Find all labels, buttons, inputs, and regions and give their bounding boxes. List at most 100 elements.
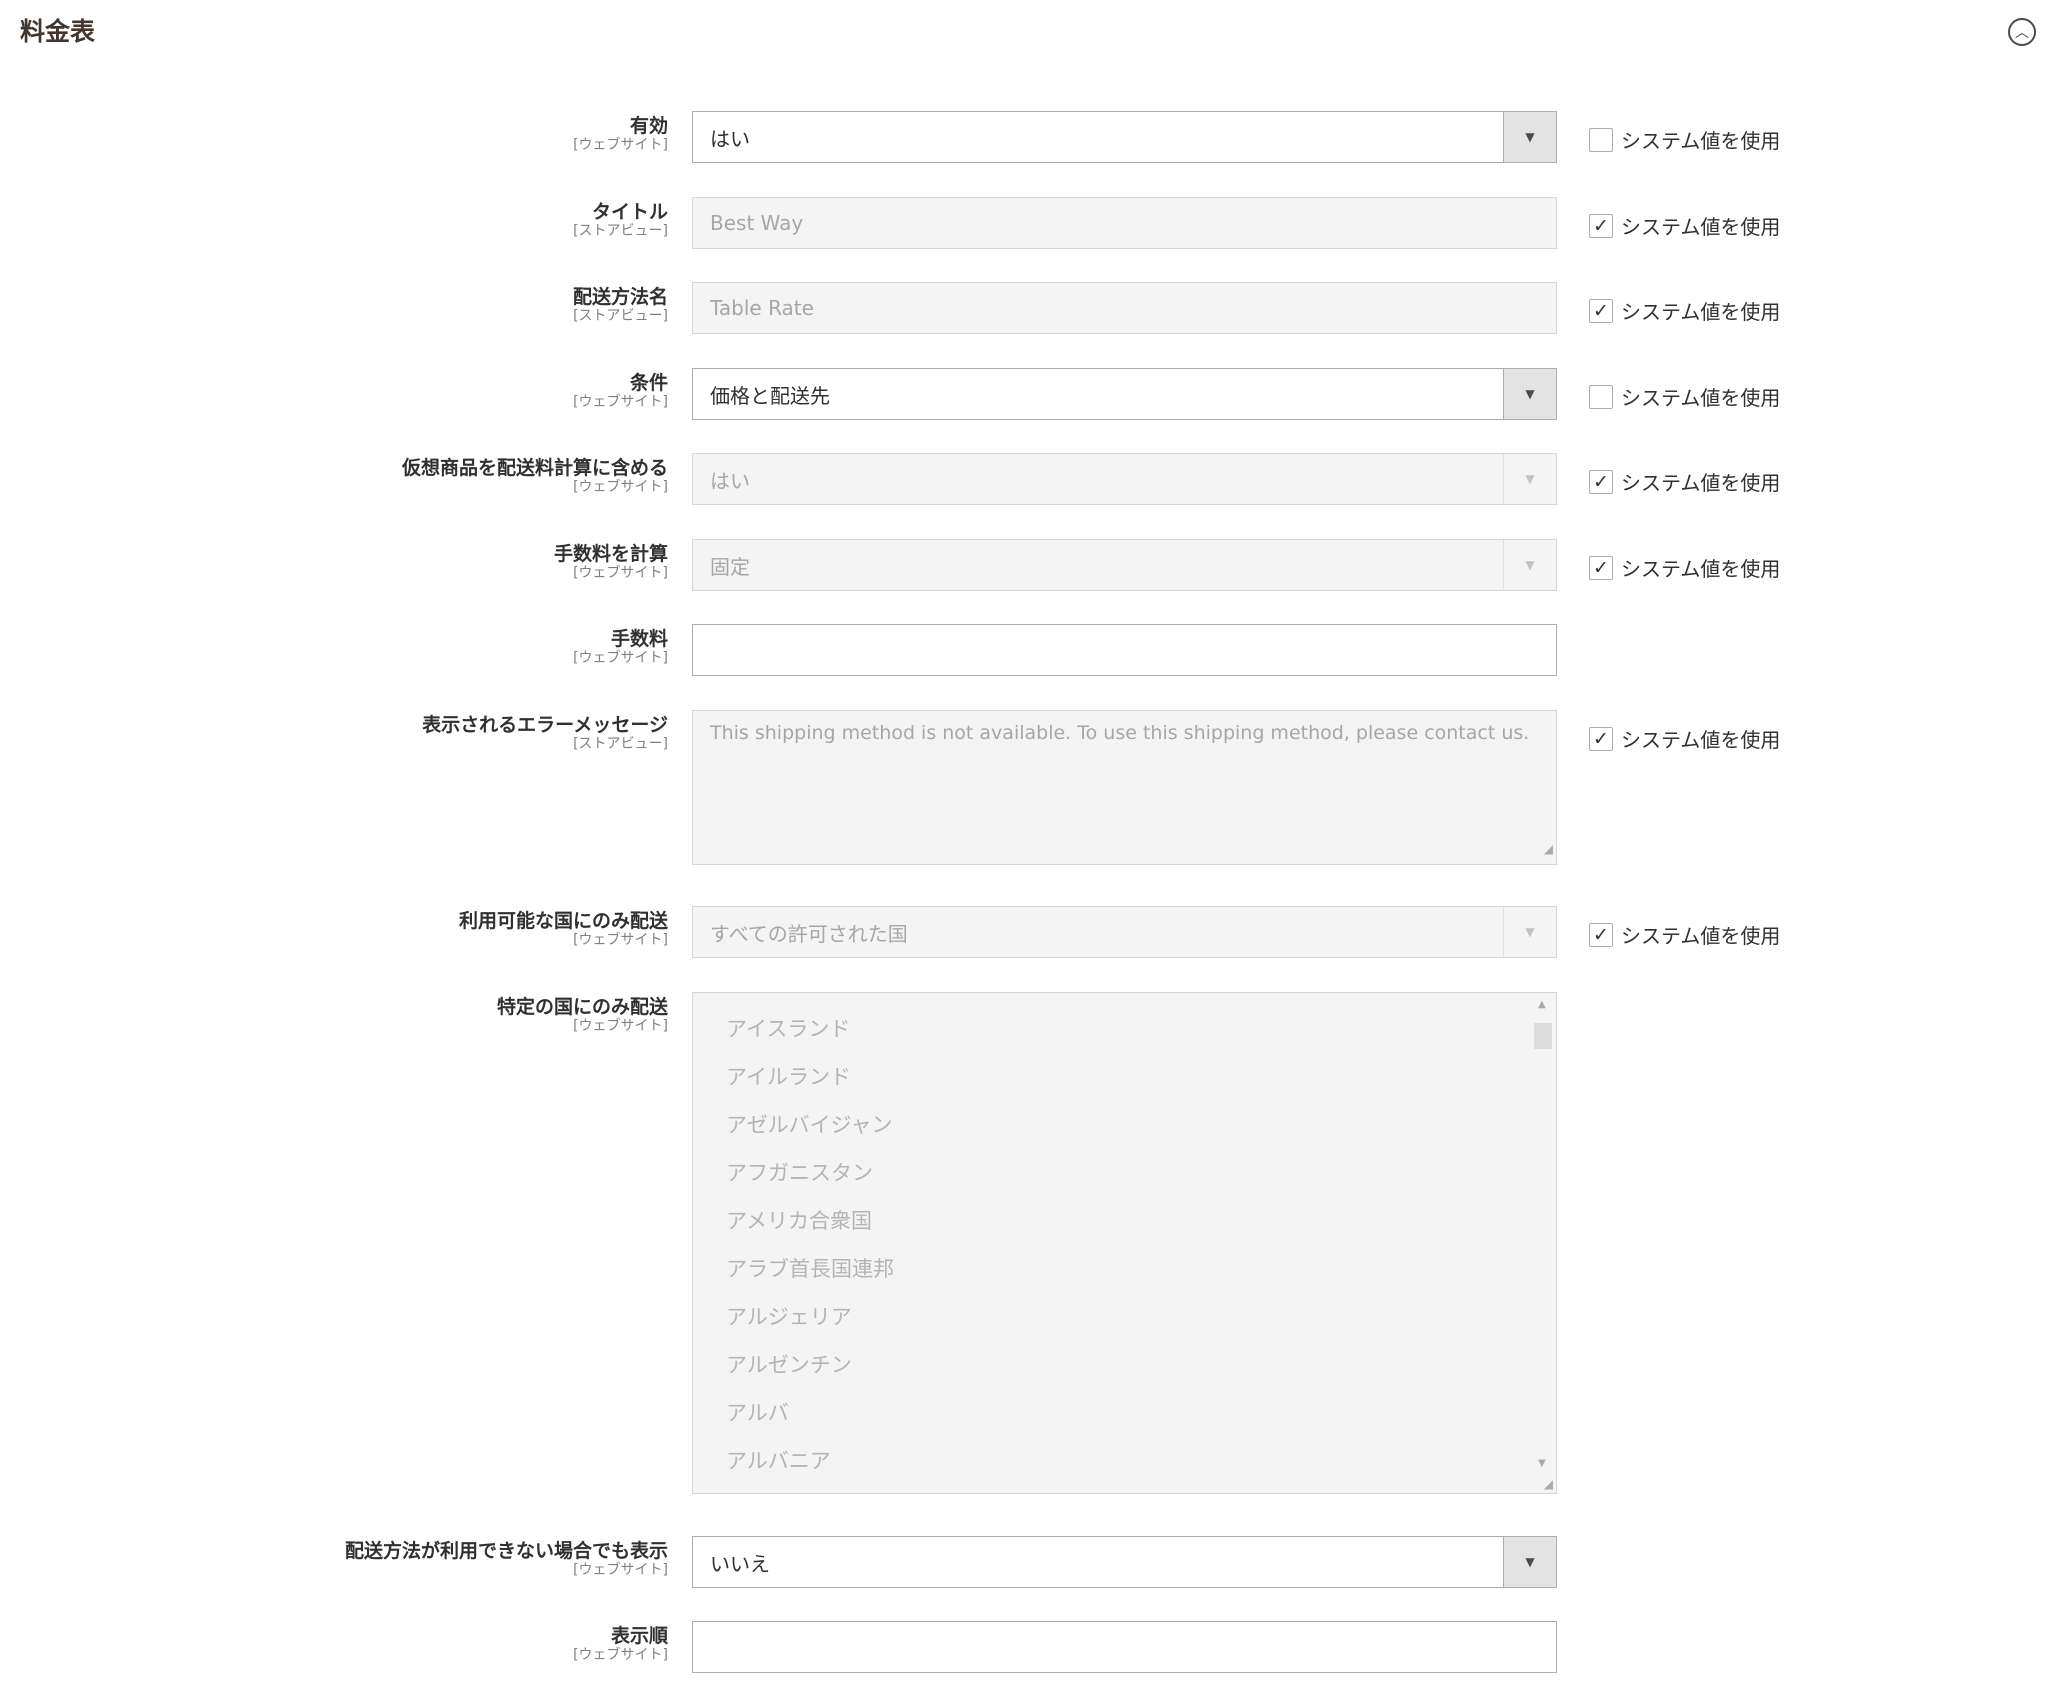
field-label: 表示されるエラーメッセージ (422, 714, 668, 736)
list-option: アメリカ合衆国 (726, 1209, 872, 1233)
input-value: Table Rate (710, 296, 814, 320)
field-label: 条件 (629, 372, 668, 394)
field-label-group: 利用可能な国にのみ配送 [ウェブサイト] (0, 910, 668, 949)
checkbox-unchecked-icon[interactable] (1589, 127, 1613, 152)
field-label-group: 手数料を計算 [ウェブサイト] (0, 543, 668, 582)
select-value: 固定 (710, 554, 750, 579)
field-label: 表示順 (610, 1625, 668, 1647)
field-scope: [ウェブサイト] (573, 137, 668, 153)
select-field: はい ▼ (692, 453, 1557, 505)
use-system-value-label: システム値を使用 (1621, 129, 1781, 153)
scroll-up-icon[interactable]: ▲ (1538, 999, 1546, 1010)
checkbox-checked-icon[interactable]: ✓ (1589, 469, 1613, 494)
field-label: 仮想商品を配送料計算に含める (401, 457, 668, 479)
list-option: アフガニスタン (726, 1161, 873, 1185)
checkbox-checked-icon[interactable]: ✓ (1589, 726, 1613, 751)
use-system-value-label: システム値を使用 (1621, 924, 1781, 948)
input-value: Best Way (710, 211, 804, 235)
text-input: Best Way (692, 197, 1557, 249)
field-scope: [ストアビュー] (573, 736, 668, 752)
use-system-value-checkbox[interactable]: ✓ システム値を使用 (1589, 553, 1780, 582)
field-label-group: 特定の国にのみ配送 [ウェブサイト] (0, 996, 668, 1035)
field-label-group: 仮想商品を配送料計算に含める [ウェブサイト] (0, 457, 668, 496)
field-label: 手数料を計算 (553, 543, 668, 565)
textarea-value: This shipping method is not available. T… (710, 722, 1530, 744)
field-label: タイトル (591, 201, 668, 223)
field-label: 利用可能な国にのみ配送 (458, 910, 668, 932)
checkbox-checked-icon[interactable]: ✓ (1589, 922, 1613, 947)
use-system-value-checkbox[interactable]: システム値を使用 (1589, 125, 1780, 154)
use-system-value-label: システム値を使用 (1621, 557, 1781, 581)
dropdown-arrow-icon: ▼ (1503, 454, 1556, 504)
field-label-group: 手数料 [ウェブサイト] (0, 628, 668, 667)
use-system-value-checkbox[interactable]: ✓ システム値を使用 (1589, 296, 1780, 325)
list-option: アルバ (726, 1401, 789, 1425)
field-scope: [ウェブサイト] (573, 394, 668, 410)
resize-handle-icon: ◢ (1543, 1477, 1553, 1491)
field-scope: [ウェブサイト] (573, 1562, 668, 1578)
text-input[interactable] (692, 1621, 1557, 1673)
select-field[interactable]: はい ▼ (692, 111, 1557, 163)
field-label-group: 配送方法が利用できない場合でも表示 [ウェブサイト] (0, 1540, 668, 1579)
resize-handle-icon: ◢ (1543, 842, 1553, 856)
list-option: アイスランド (726, 1017, 851, 1041)
list-option: アルゼンチン (726, 1353, 852, 1377)
field-label-group: 表示されるエラーメッセージ [ストアビュー] (0, 714, 668, 753)
field-label-group: 条件 [ウェブサイト] (0, 372, 668, 411)
use-system-value-checkbox[interactable]: システム値を使用 (1589, 382, 1780, 411)
use-system-value-checkbox[interactable]: ✓ システム値を使用 (1589, 724, 1780, 753)
field-scope: [ウェブサイト] (573, 1647, 668, 1663)
section-title: 料金表 (20, 17, 96, 46)
field-label-group: タイトル [ストアビュー] (0, 201, 668, 240)
field-label: 配送方法名 (572, 286, 668, 308)
use-system-value-label: システム値を使用 (1621, 471, 1781, 495)
use-system-value-checkbox[interactable]: ✓ システム値を使用 (1589, 211, 1780, 240)
use-system-value-label: システム値を使用 (1621, 215, 1781, 239)
field-scope: [ウェブサイト] (573, 650, 668, 666)
field-scope: [ウェブサイト] (573, 565, 668, 581)
dropdown-arrow-icon[interactable]: ▼ (1503, 369, 1556, 419)
dropdown-arrow-icon[interactable]: ▼ (1503, 1537, 1556, 1587)
select-value: すべての許可された国 (710, 921, 908, 946)
field-label: 配送方法が利用できない場合でも表示 (344, 1540, 668, 1562)
select-field[interactable]: いいえ ▼ (692, 1536, 1557, 1588)
use-system-value-checkbox[interactable]: ✓ システム値を使用 (1589, 467, 1780, 496)
checkbox-checked-icon[interactable]: ✓ (1589, 555, 1613, 580)
field-label: 特定の国にのみ配送 (496, 996, 668, 1018)
dropdown-arrow-icon: ▼ (1503, 907, 1556, 957)
use-system-value-label: システム値を使用 (1621, 386, 1781, 410)
field-scope: [ストアビュー] (573, 223, 668, 239)
use-system-value-checkbox[interactable]: ✓ システム値を使用 (1589, 920, 1780, 949)
checkbox-checked-icon[interactable]: ✓ (1589, 298, 1613, 323)
list-option: アルジェリア (726, 1305, 852, 1329)
field-label: 有効 (629, 115, 668, 137)
select-value: はい (710, 468, 750, 493)
field-label-group: 配送方法名 [ストアビュー] (0, 286, 668, 325)
dropdown-arrow-icon[interactable]: ▼ (1503, 112, 1556, 162)
scrollbar-thumb[interactable] (1534, 1023, 1552, 1049)
chevron-up-circle-icon[interactable]: ︿ (2008, 18, 2036, 46)
select-field[interactable]: 価格と配送先 ▼ (692, 368, 1557, 420)
checkbox-unchecked-icon[interactable] (1589, 384, 1613, 409)
scroll-down-icon[interactable]: ▼ (1538, 1458, 1546, 1469)
text-input[interactable] (692, 624, 1557, 676)
select-field: すべての許可された国 ▼ (692, 906, 1557, 958)
select-value: はい (710, 126, 750, 151)
select-field: 固定 ▼ (692, 539, 1557, 591)
list-option: アゼルバイジャン (726, 1113, 893, 1137)
list-option: アイルランド (726, 1065, 851, 1089)
field-scope: [ストアビュー] (573, 308, 668, 324)
field-label: 手数料 (610, 628, 668, 650)
dropdown-arrow-icon: ▼ (1503, 540, 1556, 590)
textarea-field: This shipping method is not available. T… (692, 710, 1557, 865)
select-value: 価格と配送先 (710, 383, 830, 408)
text-input: Table Rate (692, 282, 1557, 334)
use-system-value-label: システム値を使用 (1621, 300, 1781, 324)
scrollbar[interactable]: ▲ ▼ (1534, 999, 1552, 1487)
use-system-value-label: システム値を使用 (1621, 728, 1781, 752)
checkbox-checked-icon[interactable]: ✓ (1589, 213, 1613, 238)
select-value: いいえ (710, 1551, 770, 1576)
list-option: アルバニア (726, 1449, 831, 1473)
field-scope: [ウェブサイト] (573, 932, 668, 948)
field-scope: [ウェブサイト] (573, 1018, 668, 1034)
